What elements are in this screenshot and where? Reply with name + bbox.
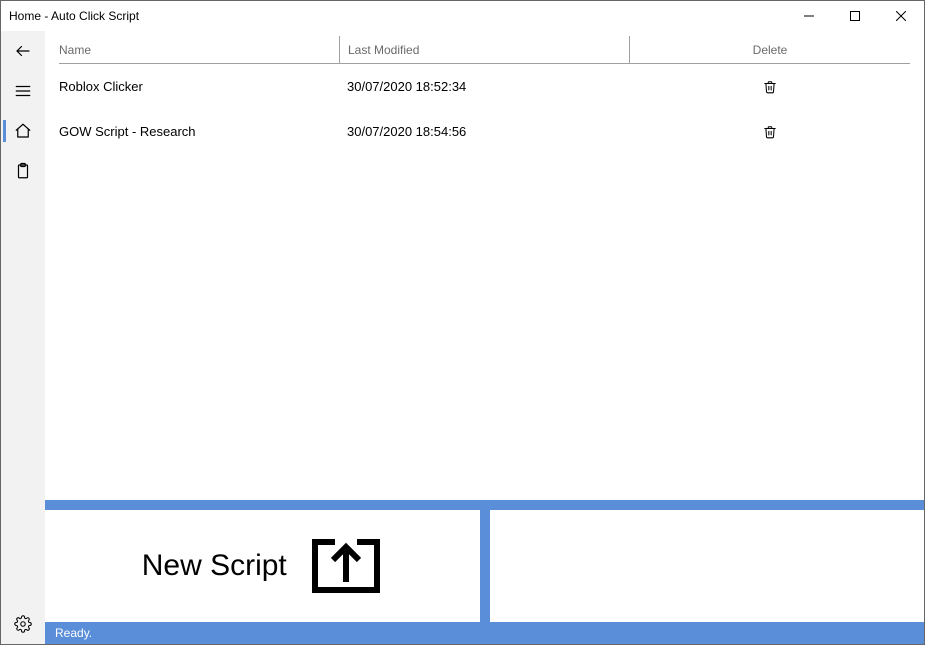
table-body: Roblox Clicker30/07/2020 18:52:34GOW Scr… [59, 64, 910, 154]
cell-name: Roblox Clicker [59, 79, 339, 94]
app-body: Name Last Modified Delete Roblox Clicker… [1, 31, 924, 644]
maximize-icon [850, 11, 860, 21]
minimize-icon [804, 11, 814, 21]
nav-home[interactable] [1, 111, 45, 151]
col-header-delete: Delete [629, 36, 910, 63]
trash-icon [763, 80, 777, 94]
app-window: Home - Auto Click Script [0, 0, 925, 645]
back-button[interactable] [1, 31, 45, 71]
window-controls [786, 1, 924, 31]
card-accent [45, 500, 480, 510]
trash-icon [763, 125, 777, 139]
status-text: Ready. [55, 626, 92, 640]
home-icon [14, 122, 32, 140]
import-script-card-wrap [490, 500, 925, 622]
cell-modified: 30/07/2020 18:52:34 [339, 79, 629, 94]
new-script-icon [309, 536, 383, 596]
clipboard-icon [14, 162, 32, 180]
arrow-left-icon [14, 42, 32, 60]
bottom-strip: New Script [45, 500, 924, 622]
import-script-card[interactable] [490, 510, 925, 622]
title-bar: Home - Auto Click Script [1, 1, 924, 31]
delete-button[interactable] [763, 80, 777, 94]
nav-settings[interactable] [1, 604, 45, 644]
maximize-button[interactable] [832, 1, 878, 31]
sidebar [1, 31, 45, 644]
table-header: Name Last Modified Delete [59, 36, 910, 64]
close-button[interactable] [878, 1, 924, 31]
col-header-modified[interactable]: Last Modified [339, 36, 629, 63]
menu-button[interactable] [1, 71, 45, 111]
close-icon [896, 11, 906, 21]
table-row[interactable]: Roblox Clicker30/07/2020 18:52:34 [59, 64, 910, 109]
status-bar: Ready. [45, 622, 924, 644]
new-script-label: New Script [142, 549, 287, 583]
scripts-table: Name Last Modified Delete Roblox Clicker… [45, 31, 924, 500]
table-row[interactable]: GOW Script - Research30/07/2020 18:54:56 [59, 109, 910, 154]
new-script-card-wrap: New Script [45, 500, 480, 622]
minimize-button[interactable] [786, 1, 832, 31]
cell-name: GOW Script - Research [59, 124, 339, 139]
delete-button[interactable] [763, 125, 777, 139]
cell-modified: 30/07/2020 18:54:56 [339, 124, 629, 139]
gear-icon [14, 615, 32, 633]
nav-scripts[interactable] [1, 151, 45, 191]
new-script-card[interactable]: New Script [45, 510, 480, 622]
hamburger-icon [14, 82, 32, 100]
card-divider [480, 500, 490, 622]
cell-delete [629, 80, 910, 94]
window-title: Home - Auto Click Script [1, 9, 786, 23]
main-area: Name Last Modified Delete Roblox Clicker… [45, 31, 924, 644]
col-header-name[interactable]: Name [59, 43, 339, 57]
cell-delete [629, 125, 910, 139]
card-accent [490, 500, 925, 510]
